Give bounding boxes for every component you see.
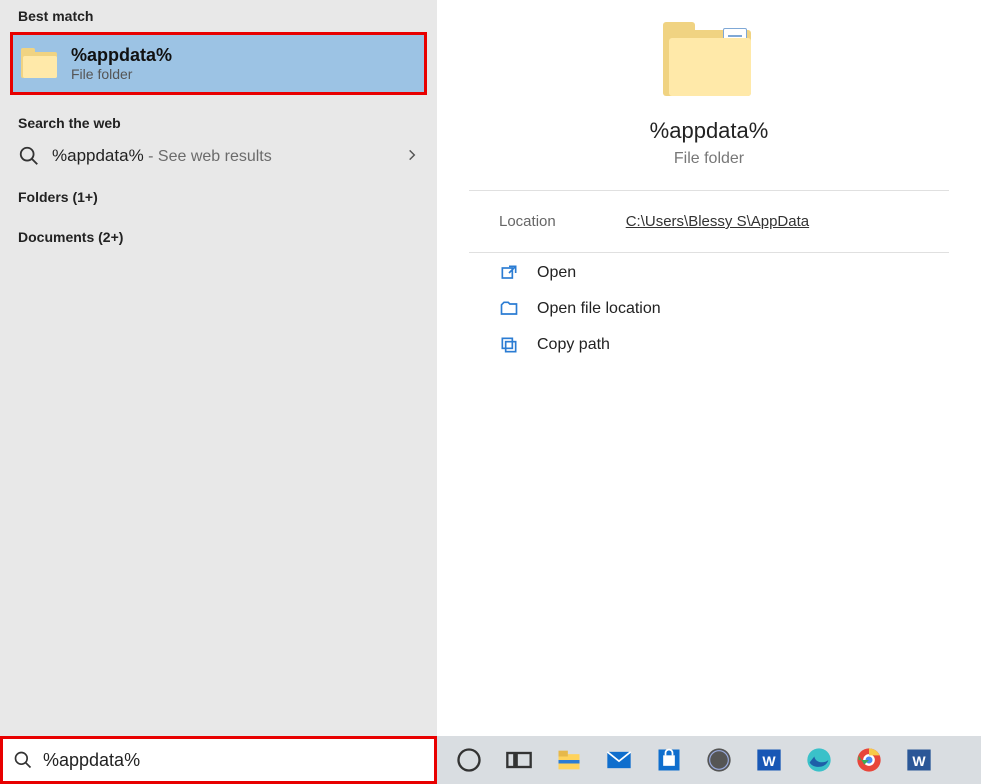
- chevron-right-icon: [405, 146, 419, 167]
- folder-open-icon: [499, 299, 519, 319]
- web-search-result[interactable]: %appdata% - See web results: [0, 135, 437, 177]
- search-results-panel: Best match %appdata% File folder Search …: [0, 0, 437, 736]
- store-icon[interactable]: [655, 746, 683, 774]
- best-match-heading: Best match: [0, 0, 437, 30]
- chrome-icon[interactable]: [855, 746, 883, 774]
- taskbar: W W: [437, 736, 981, 784]
- task-view-icon[interactable]: [505, 746, 533, 774]
- copy-path-label: Copy path: [537, 336, 610, 354]
- preview-subtitle: File folder: [674, 150, 744, 168]
- web-result-text: %appdata% - See web results: [52, 146, 393, 166]
- documents-category[interactable]: Documents (2+): [0, 217, 437, 257]
- search-icon: [18, 145, 40, 167]
- location-label: Location: [499, 213, 556, 230]
- copy-icon: [499, 335, 519, 355]
- dell-icon[interactable]: [705, 746, 733, 774]
- preview-panel: %appdata% File folder Location C:\Users\…: [437, 0, 981, 736]
- folder-icon: [21, 48, 59, 80]
- search-box[interactable]: [0, 736, 437, 784]
- open-icon: [499, 263, 519, 283]
- search-input[interactable]: [43, 750, 424, 771]
- word-alt-icon[interactable]: W: [755, 746, 783, 774]
- open-file-location-action[interactable]: Open file location: [499, 299, 947, 319]
- edge-icon[interactable]: [805, 746, 833, 774]
- file-explorer-icon[interactable]: [555, 746, 583, 774]
- svg-text:W: W: [762, 753, 776, 769]
- open-label: Open: [537, 264, 576, 282]
- preview-title: %appdata%: [650, 118, 769, 144]
- folder-icon: [663, 22, 755, 100]
- folders-category[interactable]: Folders (1+): [0, 177, 437, 217]
- best-match-subtitle: File folder: [71, 66, 172, 82]
- word-icon[interactable]: W: [905, 746, 933, 774]
- search-icon: [13, 750, 33, 770]
- cortana-icon[interactable]: [455, 746, 483, 774]
- search-web-heading: Search the web: [0, 101, 437, 135]
- mail-icon[interactable]: [605, 746, 633, 774]
- best-match-result[interactable]: %appdata% File folder: [10, 32, 427, 95]
- copy-path-action[interactable]: Copy path: [499, 335, 947, 355]
- open-action[interactable]: Open: [499, 263, 947, 283]
- svg-text:W: W: [912, 753, 926, 769]
- best-match-title: %appdata%: [71, 45, 172, 66]
- taskbar-row: W W: [0, 736, 981, 784]
- open-location-label: Open file location: [537, 300, 661, 318]
- location-path[interactable]: C:\Users\Blessy S\AppData: [626, 213, 809, 230]
